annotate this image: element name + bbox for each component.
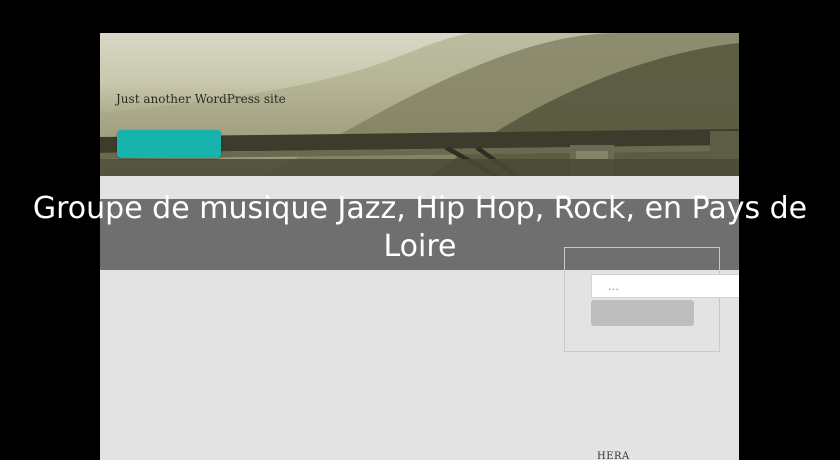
search-button[interactable] bbox=[591, 300, 694, 326]
page: Just another WordPress site Groupe de mu… bbox=[0, 0, 840, 460]
menu-toggle-button[interactable] bbox=[117, 130, 221, 158]
search-input[interactable] bbox=[591, 274, 739, 298]
widget-heading: HERA bbox=[597, 451, 630, 460]
site-tagline: Just another WordPress site bbox=[116, 92, 286, 106]
site-header: Just another WordPress site bbox=[100, 33, 739, 176]
